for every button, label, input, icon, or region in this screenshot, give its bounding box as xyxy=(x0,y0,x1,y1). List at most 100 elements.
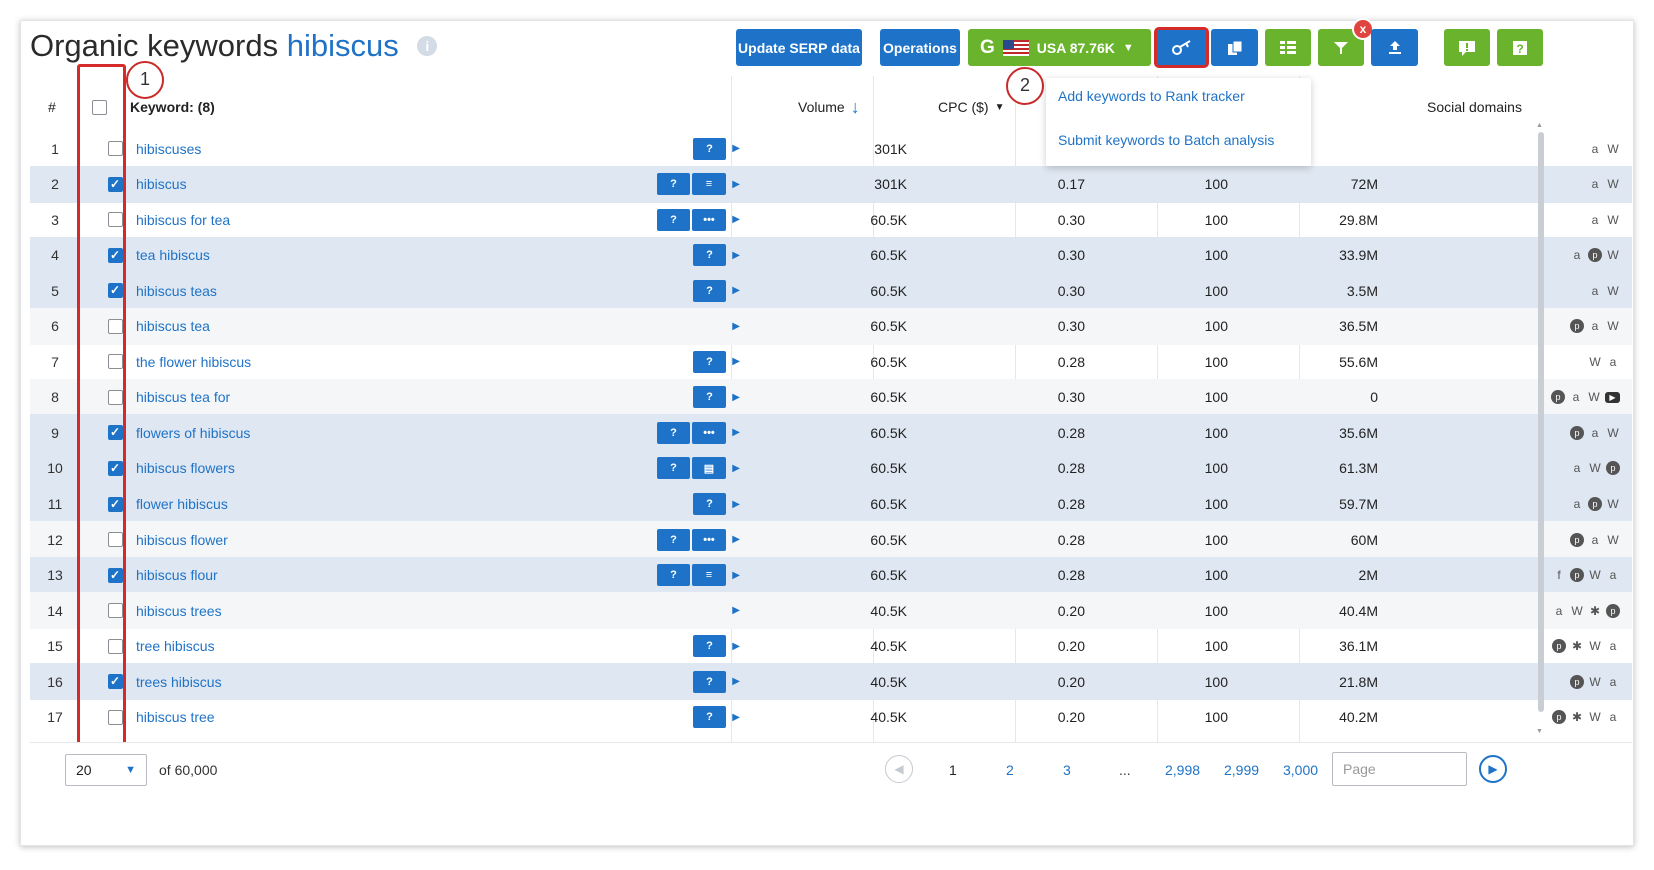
more-icon[interactable]: ••• xyxy=(692,421,726,444)
wikipedia-icon[interactable]: W xyxy=(1606,497,1620,511)
question-icon[interactable]: ? xyxy=(693,670,726,693)
question-icon[interactable]: ? xyxy=(693,706,726,729)
wikipedia-icon[interactable]: W xyxy=(1587,390,1601,404)
column-header-social[interactable]: Social domains xyxy=(1427,76,1522,138)
expand-caret-icon[interactable]: ▶ xyxy=(728,641,740,652)
info-icon[interactable]: i xyxy=(417,35,438,56)
keyword-link[interactable]: hibiscuses xyxy=(136,130,201,167)
amazon-icon[interactable]: a xyxy=(1606,355,1620,369)
page-1[interactable]: 1 xyxy=(949,762,957,778)
question-icon[interactable]: ? xyxy=(693,350,726,373)
amazon-icon[interactable]: a xyxy=(1588,177,1602,191)
export-button[interactable] xyxy=(1371,29,1418,66)
help-button[interactable]: ? xyxy=(1497,29,1543,66)
amazon-icon[interactable]: a xyxy=(1570,497,1584,511)
amazon-icon[interactable]: a xyxy=(1606,710,1620,724)
wikipedia-icon[interactable]: W xyxy=(1606,142,1620,156)
yelp-icon[interactable]: ✱ xyxy=(1588,604,1602,618)
expand-caret-icon[interactable]: ▶ xyxy=(728,214,740,225)
question-icon[interactable]: ? xyxy=(657,457,690,480)
keyword-link[interactable]: trees hibiscus xyxy=(136,663,222,700)
serp-feature-icon[interactable]: ≡ xyxy=(692,173,726,196)
vertical-scrollbar[interactable] xyxy=(1538,132,1544,712)
amazon-icon[interactable]: a xyxy=(1588,142,1602,156)
question-icon[interactable]: ? xyxy=(657,173,690,196)
expand-caret-icon[interactable]: ▶ xyxy=(728,321,740,332)
question-icon[interactable]: ? xyxy=(657,421,690,444)
more-icon[interactable]: ••• xyxy=(692,528,726,551)
page-input[interactable] xyxy=(1332,752,1467,786)
wikipedia-icon[interactable]: W xyxy=(1588,639,1602,653)
expand-caret-icon[interactable]: ▶ xyxy=(728,392,740,403)
pinterest-icon[interactable]: p xyxy=(1588,497,1602,511)
next-page-button[interactable]: ▶ xyxy=(1479,755,1507,783)
more-icon[interactable]: ••• xyxy=(692,208,726,231)
expand-caret-icon[interactable]: ▶ xyxy=(728,570,740,581)
serp-feature-icon[interactable]: ≡ xyxy=(692,564,726,587)
amazon-icon[interactable]: a xyxy=(1570,461,1584,475)
copy-button[interactable] xyxy=(1211,29,1258,66)
update-serp-button[interactable]: Update SERP data xyxy=(736,29,862,66)
amazon-icon[interactable]: a xyxy=(1588,213,1602,227)
question-icon[interactable]: ? xyxy=(693,244,726,267)
keyword-link[interactable]: flower hibiscus xyxy=(136,486,228,523)
question-icon[interactable]: ? xyxy=(693,635,726,658)
amazon-icon[interactable]: a xyxy=(1606,675,1620,689)
amazon-icon[interactable]: a xyxy=(1606,568,1620,582)
keyword-link[interactable]: the flower hibiscus xyxy=(136,343,251,380)
page-2999[interactable]: 2,999 xyxy=(1224,762,1259,778)
pinterest-icon[interactable]: p xyxy=(1551,390,1565,405)
keyword-link[interactable]: hibiscus flour xyxy=(136,557,218,594)
expand-caret-icon[interactable]: ▶ xyxy=(728,179,740,190)
keyword-link[interactable]: hibiscus xyxy=(136,166,187,203)
keyword-link[interactable]: hibiscus flower xyxy=(136,521,228,558)
amazon-icon[interactable]: a xyxy=(1570,248,1584,262)
pinterest-icon[interactable]: p xyxy=(1570,568,1584,583)
wikipedia-icon[interactable]: W xyxy=(1588,355,1602,369)
wikipedia-icon[interactable]: W xyxy=(1606,319,1620,333)
keyword-link[interactable]: tea hibiscus xyxy=(136,237,210,274)
question-icon[interactable]: ? xyxy=(657,528,690,551)
keyword-link[interactable]: hibiscus tree xyxy=(136,699,215,736)
wikipedia-icon[interactable]: W xyxy=(1606,533,1620,547)
question-icon[interactable]: ? xyxy=(693,493,726,515)
wikipedia-icon[interactable]: W xyxy=(1570,604,1584,618)
page-3[interactable]: 3 xyxy=(1063,762,1071,778)
scroll-down-icon[interactable]: ▼ xyxy=(1536,728,1543,735)
expand-caret-icon[interactable]: ▶ xyxy=(728,285,740,296)
columns-button[interactable] xyxy=(1265,29,1311,66)
keyword-link[interactable]: hibiscus tea for xyxy=(136,379,230,416)
expand-caret-icon[interactable]: ▶ xyxy=(728,250,740,261)
pinterest-icon[interactable]: p xyxy=(1570,319,1584,334)
amazon-icon[interactable]: a xyxy=(1569,390,1583,404)
pinterest-icon[interactable]: p xyxy=(1570,674,1584,689)
amazon-icon[interactable]: a xyxy=(1588,319,1602,333)
serp-feature-icon[interactable]: ▤ xyxy=(692,457,726,480)
amazon-icon[interactable]: a xyxy=(1552,604,1566,618)
keyword-link[interactable]: hibiscus teas xyxy=(136,272,217,309)
rows-per-page-select[interactable]: 20 ▼ xyxy=(65,754,147,786)
wikipedia-icon[interactable]: W xyxy=(1606,177,1620,191)
wikipedia-icon[interactable]: W xyxy=(1588,675,1602,689)
question-icon[interactable]: ? xyxy=(657,208,690,231)
question-icon[interactable]: ? xyxy=(657,564,690,587)
pinterest-icon[interactable]: p xyxy=(1570,532,1584,547)
prev-page-button[interactable]: ◀ xyxy=(885,755,913,783)
keyword-link[interactable]: flowers of hibiscus xyxy=(136,414,250,451)
column-header-volume[interactable]: Volume ↓ xyxy=(798,76,860,138)
expand-caret-icon[interactable]: ▶ xyxy=(728,427,740,438)
amazon-icon[interactable]: a xyxy=(1588,284,1602,298)
feedback-button[interactable] xyxy=(1444,29,1490,66)
expand-caret-icon[interactable]: ▶ xyxy=(728,605,740,616)
amazon-icon[interactable]: a xyxy=(1588,426,1602,440)
question-icon[interactable]: ? xyxy=(693,386,726,409)
column-header-cpc[interactable]: CPC ($) ▼ xyxy=(938,76,1004,138)
expand-caret-icon[interactable]: ▶ xyxy=(728,143,740,154)
keyword-actions-button[interactable] xyxy=(1154,27,1209,68)
keyword-link[interactable]: tree hibiscus xyxy=(136,628,215,665)
pinterest-icon[interactable]: p xyxy=(1552,639,1566,654)
pinterest-icon[interactable]: p xyxy=(1552,710,1566,725)
operations-button[interactable]: Operations xyxy=(880,29,960,66)
expand-caret-icon[interactable]: ▶ xyxy=(728,499,740,510)
facebook-icon[interactable]: f xyxy=(1552,568,1566,582)
